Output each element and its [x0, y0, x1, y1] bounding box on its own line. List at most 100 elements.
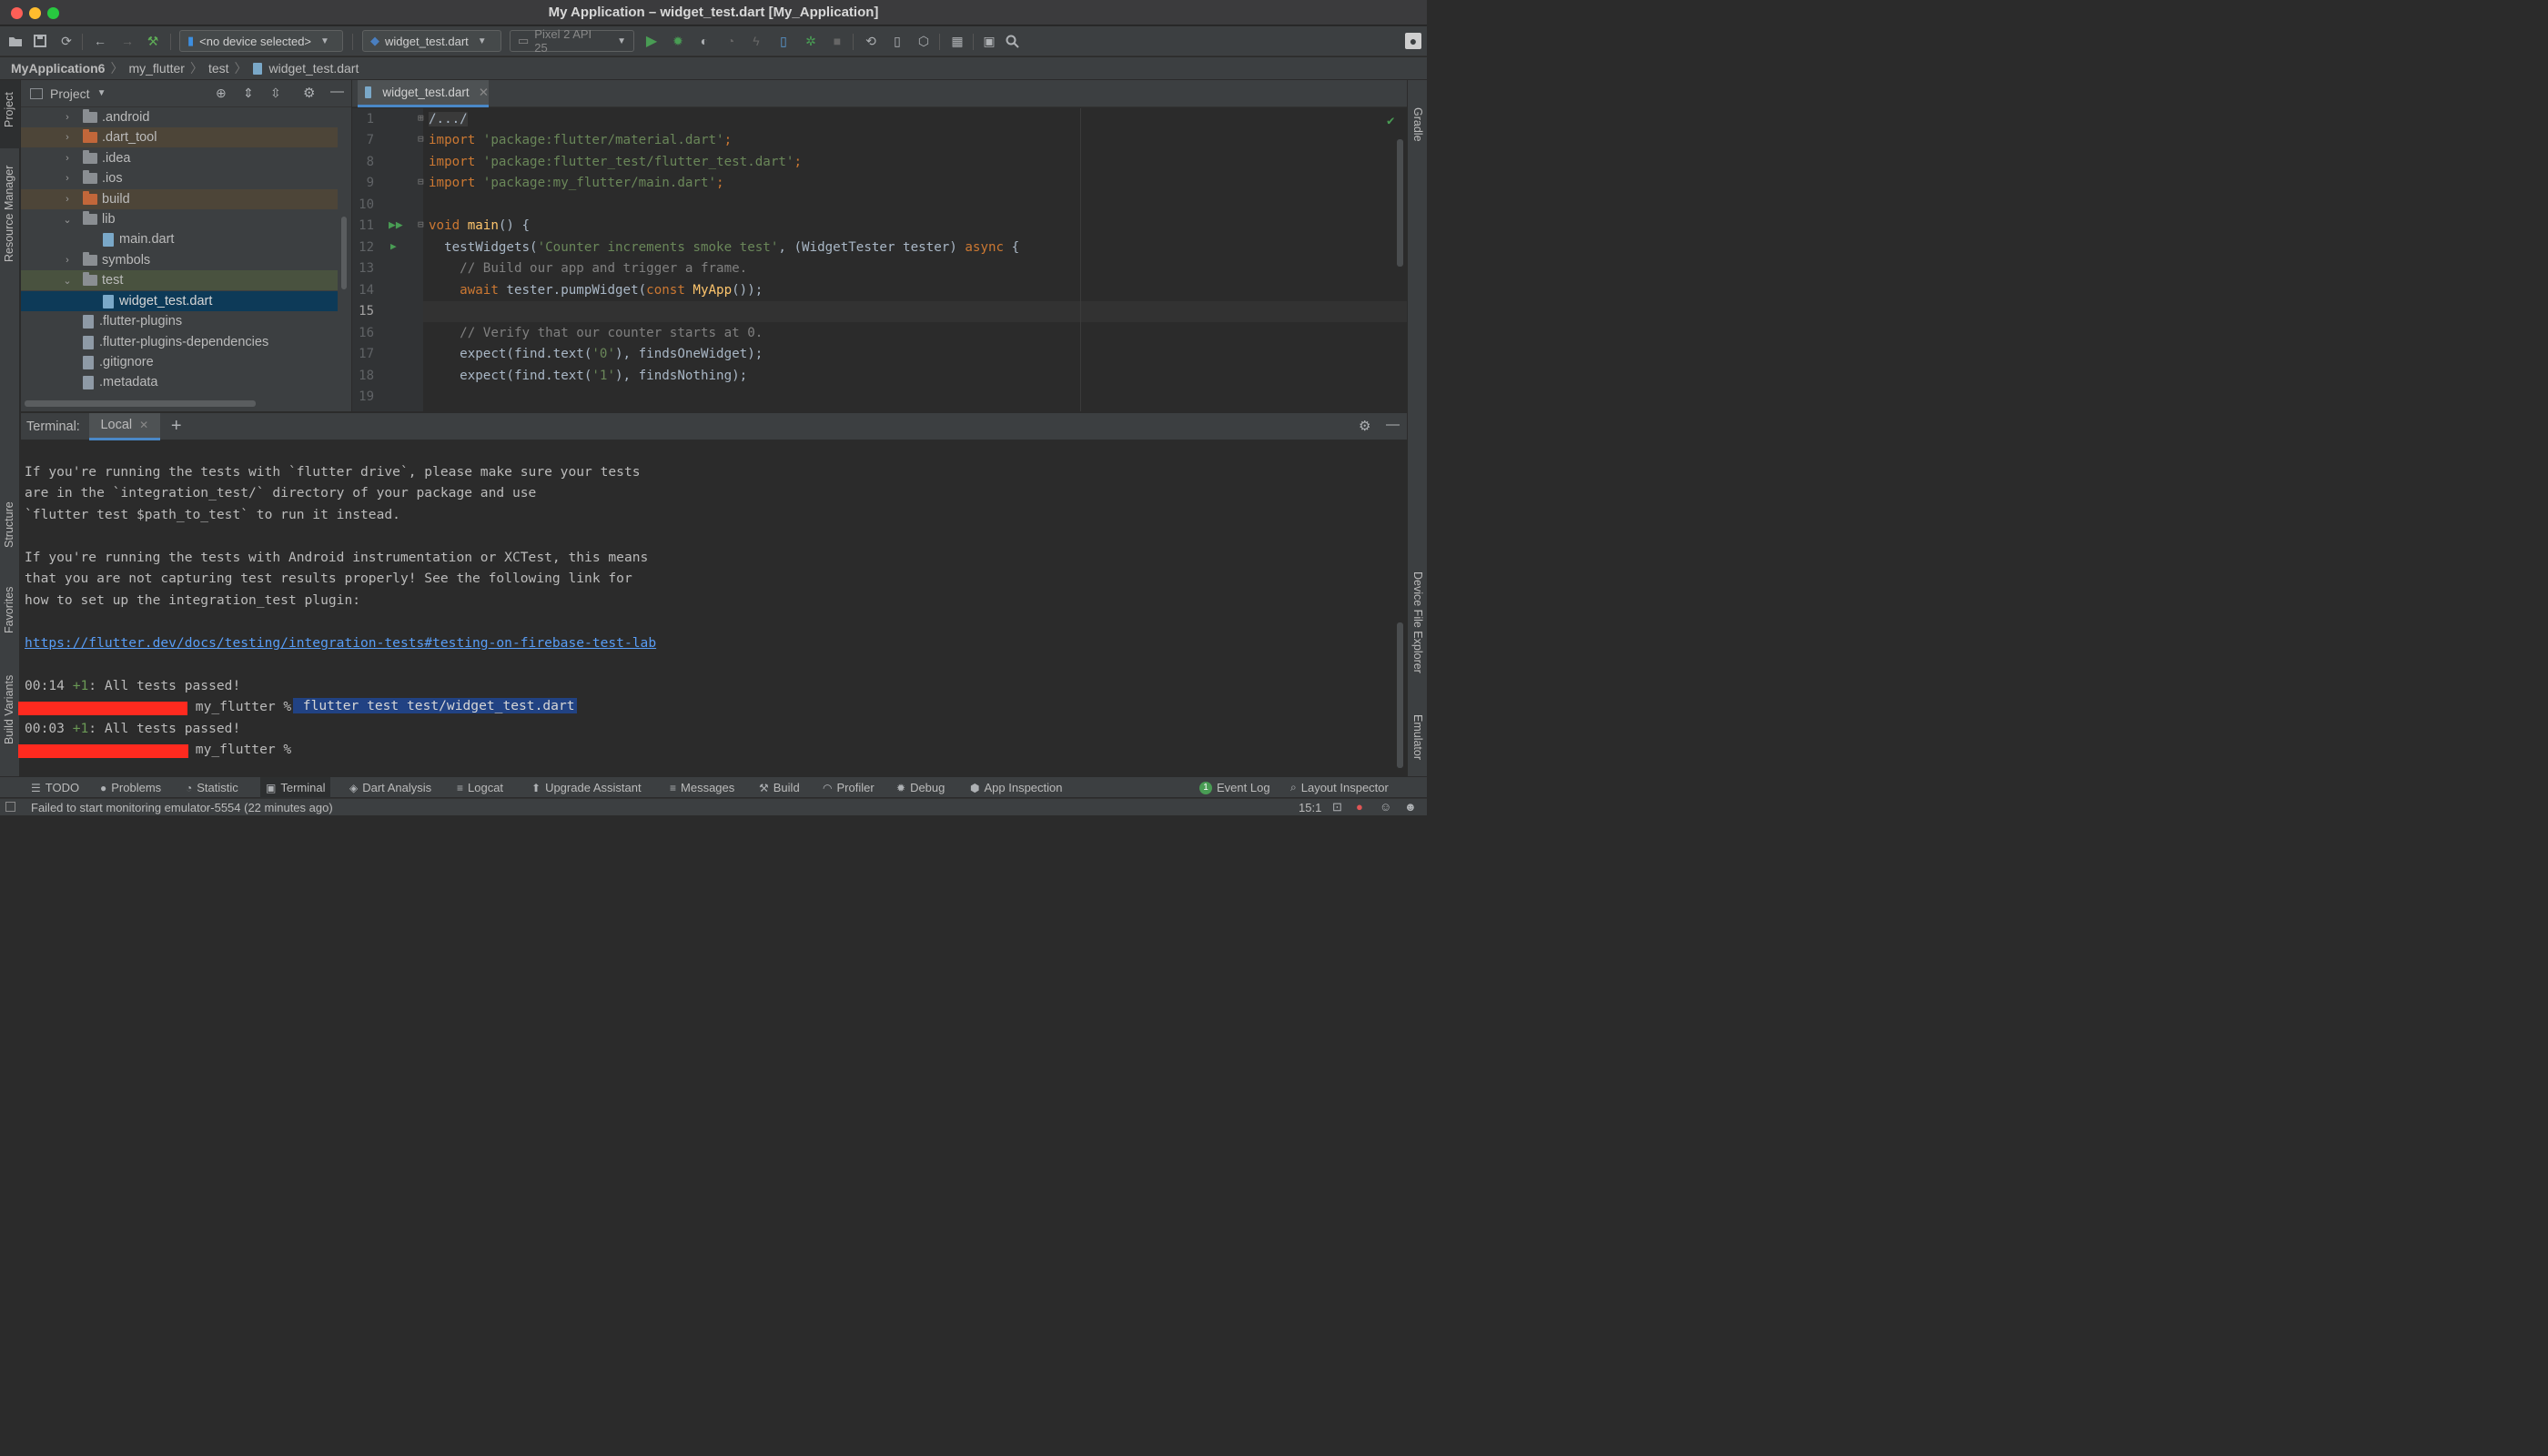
tool-tab-statistic[interactable]: ◔ Statistic: [186, 777, 238, 798]
breadcrumb-item[interactable]: my_flutter: [128, 61, 184, 76]
smiley-feedback-icon[interactable]: ☺: [1380, 800, 1391, 814]
new-terminal-icon[interactable]: +: [171, 416, 182, 437]
minimize-panel-icon[interactable]: —: [1386, 417, 1400, 432]
tool-tab-build[interactable]: ⚒ Build: [759, 777, 800, 798]
tool-tab-problems[interactable]: ● Problems: [100, 777, 161, 798]
avd-selector[interactable]: ▭ Pixel 2 API 25 ▼: [510, 27, 634, 55]
fold-icon[interactable]: ⊞: [418, 112, 424, 124]
tool-tab-profiler[interactable]: ◠ Profiler: [823, 777, 875, 798]
stop-icon[interactable]: ■: [827, 31, 847, 51]
lock-icon[interactable]: ⊡: [1332, 800, 1342, 814]
tree-item[interactable]: › .ios: [21, 168, 338, 188]
toggle-tool-windows-icon[interactable]: [5, 802, 15, 812]
tree-item[interactable]: .flutter-plugins-dependencies: [21, 332, 338, 352]
close-tab-icon[interactable]: ✕: [479, 86, 489, 100]
zoom-window-button[interactable]: [47, 7, 59, 19]
search-icon[interactable]: [1002, 31, 1022, 51]
breadcrumb-item[interactable]: test: [208, 61, 229, 76]
account-icon[interactable]: ●: [1405, 33, 1421, 49]
project-structure-icon[interactable]: ▦: [947, 31, 967, 51]
error-icon[interactable]: ●: [1356, 800, 1363, 814]
terminal-link[interactable]: https://flutter.dev/docs/testing/integra…: [25, 635, 656, 651]
fold-icon[interactable]: ⊟: [418, 133, 424, 145]
tree-item[interactable]: ⌄ test: [21, 270, 338, 290]
profile-icon[interactable]: ◔: [721, 31, 741, 51]
tree-item[interactable]: .gitignore: [21, 352, 338, 372]
tool-tab-logcat[interactable]: ≡ Logcat: [457, 777, 503, 798]
tree-item[interactable]: .flutter-plugins: [21, 311, 338, 331]
tree-item[interactable]: main.dart: [21, 229, 338, 249]
horizontal-scrollbar[interactable]: [25, 400, 256, 407]
caret-position[interactable]: 15:1: [1299, 801, 1321, 814]
editor-scrollbar[interactable]: [1397, 139, 1403, 267]
build-variants-tool-tab[interactable]: Build Variants: [3, 675, 15, 744]
apply-code-changes-icon[interactable]: ▯: [774, 31, 794, 51]
run-icon[interactable]: ▶: [642, 31, 662, 51]
minimize-panel-icon[interactable]: —: [330, 84, 344, 99]
tree-item[interactable]: .metadata: [21, 372, 338, 392]
tool-tab-dart-analysis[interactable]: ◈ Dart Analysis: [349, 777, 431, 798]
no-problems-check-icon[interactable]: ✔: [1387, 114, 1394, 128]
tool-tab-todo[interactable]: ☰ TODO: [31, 777, 79, 798]
device-selector[interactable]: ▮ <no device selected> ▼: [179, 30, 343, 52]
sync-icon[interactable]: ⟳: [56, 31, 76, 51]
tab-local-terminal[interactable]: Local ✕: [88, 412, 160, 440]
tool-tab-upgrade-assistant[interactable]: ⬆ Upgrade Assistant: [531, 777, 642, 798]
gradle-tool-tab[interactable]: Gradle: [1411, 107, 1424, 142]
terminal-window-icon[interactable]: ▣: [979, 31, 999, 51]
smiley-feedback-icon[interactable]: ☻: [1404, 800, 1417, 814]
apply-changes-icon[interactable]: ϟ: [746, 31, 766, 51]
tool-tab-terminal[interactable]: ▣ Terminal: [260, 777, 331, 798]
run-tests-gutter-icon[interactable]: ▶▶: [389, 218, 403, 232]
close-window-button[interactable]: [11, 7, 23, 19]
hammer-build-icon[interactable]: ⚒: [143, 31, 163, 51]
project-tool-tab[interactable]: Project: [3, 92, 15, 127]
locate-icon[interactable]: ⊕: [216, 86, 227, 101]
chevron-down-icon[interactable]: ▼: [97, 88, 106, 98]
attach-debugger-icon[interactable]: ✲: [801, 31, 821, 51]
run-test-gutter-icon[interactable]: ▶: [390, 240, 397, 252]
device-file-explorer-tool-tab[interactable]: Device File Explorer: [1411, 571, 1424, 673]
project-view-selector[interactable]: Project: [50, 86, 90, 101]
gear-icon[interactable]: ⚙: [303, 85, 315, 101]
coverage-icon[interactable]: ◐: [694, 31, 714, 51]
breadcrumb-item[interactable]: widget_test.dart: [269, 61, 359, 76]
status-message[interactable]: Failed to start monitoring emulator-5554…: [31, 801, 333, 814]
fold-icon[interactable]: ⊟: [418, 176, 424, 187]
tree-item[interactable]: › symbols: [21, 250, 338, 270]
forward-arrow-icon[interactable]: →: [117, 31, 137, 51]
emulator-tool-tab[interactable]: Emulator: [1411, 714, 1424, 760]
tree-item[interactable]: ⌄ lib: [21, 209, 338, 229]
sdk-manager-icon[interactable]: ⬡: [914, 31, 934, 51]
tool-tab-app-inspection[interactable]: ⬢ App Inspection: [970, 777, 1063, 798]
close-tab-icon[interactable]: ✕: [139, 419, 148, 431]
breadcrumb-item[interactable]: MyApplication6: [11, 61, 105, 76]
terminal-scrollbar[interactable]: [1397, 622, 1403, 768]
tool-tab-layout-inspector[interactable]: ⌕ Layout Inspector: [1290, 777, 1389, 798]
gradle-sync-icon[interactable]: ⟲: [861, 31, 881, 51]
device-manager-icon[interactable]: ▯: [887, 31, 907, 51]
structure-tool-tab[interactable]: Structure: [3, 501, 15, 548]
tool-tab-event-log[interactable]: 1 Event Log: [1199, 777, 1270, 798]
terminal-output[interactable]: If you're running the tests with `flutte…: [18, 440, 1407, 775]
back-arrow-icon[interactable]: ←: [90, 31, 110, 51]
resource-manager-tool-tab[interactable]: Resource Manager: [3, 166, 15, 262]
collapse-all-icon[interactable]: ⇳: [270, 86, 281, 101]
tab-widget-test[interactable]: widget_test.dart ✕: [358, 80, 489, 107]
tool-tab-debug[interactable]: ✹ Debug: [896, 777, 945, 798]
code-editor[interactable]: 1 7 8 9 10 11 12 13 14 15 16 17 18 19 ▶▶…: [352, 108, 1407, 411]
tree-item-selected[interactable]: widget_test.dart: [21, 291, 338, 311]
tree-item[interactable]: › build: [21, 189, 338, 209]
gear-icon[interactable]: ⚙: [1359, 418, 1370, 434]
tool-tab-messages[interactable]: ≡ Messages: [670, 777, 734, 798]
vertical-scrollbar[interactable]: [341, 217, 347, 289]
fold-icon[interactable]: ⊟: [418, 218, 424, 230]
run-config-selector[interactable]: ◆ widget_test.dart ▼: [362, 30, 501, 52]
tree-item[interactable]: › .idea: [21, 148, 338, 168]
minimize-window-button[interactable]: [29, 7, 41, 19]
save-icon[interactable]: [30, 31, 50, 51]
expand-all-icon[interactable]: ⇕: [243, 86, 254, 101]
tree-item[interactable]: › .android: [21, 107, 338, 127]
favorites-tool-tab[interactable]: Favorites: [3, 587, 15, 633]
tree-item[interactable]: › .dart_tool: [21, 127, 338, 147]
